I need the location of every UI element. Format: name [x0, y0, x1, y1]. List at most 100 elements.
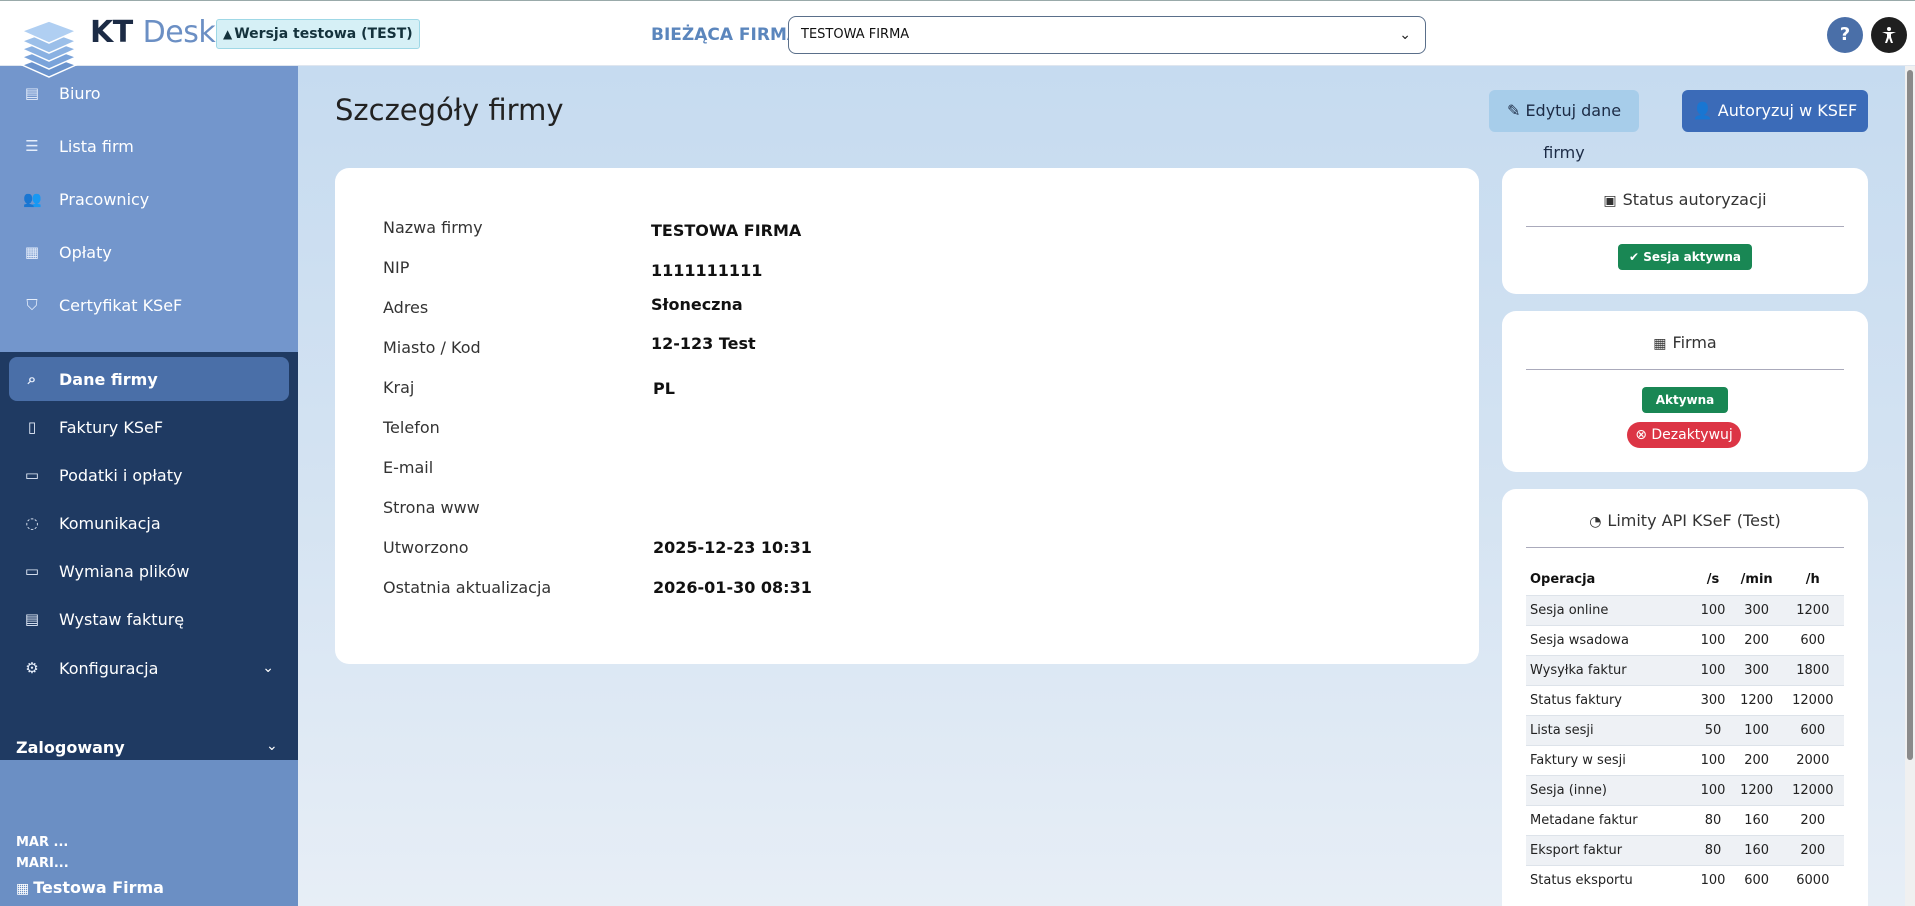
sidebar-item-podatki[interactable]: ▭ Podatki i opłaty: [0, 453, 298, 497]
limit-cell: 160: [1731, 834, 1782, 865]
shield-icon: ⛉: [26, 296, 38, 314]
accessibility-icon: [1882, 27, 1896, 43]
help-button[interactable]: ?: [1827, 17, 1863, 53]
auth-status-title-text: Status autoryzacji: [1622, 190, 1767, 209]
sidebar-item-label: Wystaw fakturę: [59, 609, 185, 629]
country-value: PL: [653, 379, 675, 398]
address-label: Adres: [383, 298, 429, 317]
page-scrollbar[interactable]: [1905, 66, 1915, 906]
building-icon: ▦: [16, 881, 30, 897]
auth-status-card: ▣ Status autoryzacji ✔ Sesja aktywna: [1502, 168, 1868, 294]
user-lock-icon: 👤: [1692, 101, 1713, 120]
limit-cell: 1200: [1731, 774, 1782, 805]
limit-cell: 100: [1694, 594, 1732, 625]
main-content: Szczegóły firmy ✎ Edytuj dane firmy 👤 Au…: [298, 66, 1905, 906]
authorize-ksef-button[interactable]: 👤 Autoryzuj w KSEF: [1682, 90, 1868, 132]
address-value: Słoneczna: [651, 295, 743, 314]
firm-card-title: ▦ Firma: [1502, 333, 1868, 352]
company-select-value: TESTOWA FIRMA: [801, 27, 910, 42]
top-bar: KT Desk ▲ Wersja testowa (TEST) BIEŻĄCA F…: [0, 0, 1915, 78]
city-label: Miasto / Kod: [383, 338, 481, 357]
deactivate-label: Dezaktywuj: [1651, 427, 1733, 443]
api-limits-table: Operacja /s /min /h Sesja online 100 300 12…: [1526, 565, 1844, 895]
sidebar-item-pracownicy[interactable]: 👥 Pracownicy: [0, 177, 298, 221]
sidebar-item-label: Biuro: [59, 83, 101, 103]
limit-cell: 100: [1694, 654, 1732, 685]
operation-cell: Status eksportu: [1526, 864, 1695, 895]
sidebar-item-label: Komunikacja: [59, 513, 161, 533]
sidebar-item-label: Opłaty: [59, 242, 112, 262]
building-icon: ▦: [1653, 336, 1667, 352]
sidebar-item-label: Lista firm: [59, 136, 134, 156]
limit-cell: 1200: [1781, 594, 1844, 625]
sidebar-item-label: Wymiana plików: [59, 561, 190, 581]
limit-cell: 200: [1781, 834, 1844, 865]
sidebar-item-label: Podatki i opłaty: [59, 465, 183, 485]
company-select[interactable]: TESTOWA FIRMA ⌄: [788, 16, 1426, 54]
table-row: Lista sesji 50 100 600: [1526, 714, 1844, 745]
api-limits-body: Sesja online 100 300 1200 Sesja wsadowa 100 20…: [1526, 594, 1844, 895]
warning-icon: ▲: [223, 27, 233, 41]
auth-status-title: ▣ Status autoryzacji: [1502, 190, 1868, 209]
sidebar-item-dane-firmy[interactable]: ⌕ Dane firmy: [9, 357, 289, 401]
edit-company-button[interactable]: ✎ Edytuj dane firmy: [1489, 90, 1639, 162]
limit-cell: 80: [1694, 834, 1732, 865]
country-label: Kraj: [383, 378, 415, 397]
column-header: /s: [1706, 572, 1720, 588]
gear-icon: ⚙: [25, 659, 39, 677]
table-row: Sesja online 100 300 1200: [1526, 594, 1844, 625]
search-icon: ⌕: [27, 370, 37, 388]
sidebar-item-wymiana-plikow[interactable]: ▭ Wymiana plików: [0, 549, 298, 593]
operation-cell: Status faktury: [1526, 684, 1695, 715]
limit-cell: 100: [1694, 774, 1732, 805]
company-details-card: Nazwa firmy TESTOWA FIRMA NIP 1111111111…: [335, 168, 1479, 664]
sidebar-item-komunikacja[interactable]: ◌ Komunikacja: [0, 501, 298, 545]
scrollbar-thumb[interactable]: [1907, 70, 1913, 760]
phone-label: Telefon: [383, 418, 440, 437]
logged-in-label[interactable]: Zalogowany: [16, 738, 125, 757]
limit-cell: 2000: [1781, 744, 1844, 775]
sidebar-item-label: Certyfikat KSeF: [59, 295, 183, 315]
limit-cell: 1800: [1781, 654, 1844, 685]
authorize-ksef-label: Autoryzuj w KSEF: [1717, 101, 1858, 120]
edit-icon: ✎: [1506, 101, 1521, 120]
api-limits-card: ◔ Limity API KSeF (Test) Operacja /s /min…: [1502, 489, 1868, 906]
edit-company-label: Edytuj dane firmy: [1525, 101, 1622, 162]
sidebar-item-label: Konfiguracja: [59, 658, 159, 678]
accessibility-button[interactable]: [1871, 17, 1907, 53]
building-icon: ▤: [24, 84, 40, 102]
company-name-label: Nazwa firmy: [383, 218, 483, 237]
sidebar-item-faktury-ksef[interactable]: ▯ Faktury KSeF: [0, 405, 298, 449]
limit-cell: 200: [1781, 804, 1844, 835]
limit-cell: 600: [1781, 714, 1844, 745]
sidebar-item-konfiguracja[interactable]: ⚙ Konfiguracja ⌄: [0, 646, 298, 690]
folder-icon: ▭: [24, 562, 40, 580]
brand-title[interactable]: KT Desk: [90, 15, 216, 50]
limit-cell: 200: [1731, 744, 1782, 775]
table-row: Wysyłka faktur 100 300 1800: [1526, 654, 1844, 685]
user-name-line2: MARI...: [16, 856, 69, 871]
sidebar-item-oplaty[interactable]: ▦ Opłaty: [0, 230, 298, 274]
id-badge-icon: ▣: [1603, 193, 1617, 209]
api-limits-title-text: Limity API KSeF (Test): [1607, 511, 1781, 530]
session-active-label: Sesja aktywna: [1643, 250, 1741, 264]
sidebar-item-lista-firm[interactable]: ☰ Lista firm: [0, 124, 298, 168]
list-icon: ☰: [25, 137, 39, 155]
table-row: Eksport faktur 80 160 200: [1526, 834, 1844, 865]
firm-active-badge: Aktywna: [1642, 387, 1728, 413]
current-company-label: BIEŻĄCA FIRMA:: [651, 25, 808, 45]
sidebar-item-wystaw-fakture[interactable]: ▤ Wystaw fakturę: [0, 597, 298, 641]
created-value: 2025-12-23 10:31: [653, 538, 812, 557]
operation-cell: Sesja wsadowa: [1526, 624, 1695, 655]
created-label: Utworzono: [383, 538, 469, 557]
test-badge-label: Wersja testowa (TEST): [234, 26, 413, 42]
operation-cell: Sesja online: [1526, 594, 1695, 625]
brand-desk: Desk: [142, 15, 216, 50]
deactivate-button[interactable]: ⊗ Dezaktywuj: [1627, 422, 1741, 448]
test-version-badge: ▲ Wersja testowa (TEST): [216, 19, 420, 49]
limit-cell: 100: [1731, 714, 1782, 745]
limit-cell: 100: [1694, 744, 1732, 775]
chevron-down-icon[interactable]: ⌄: [266, 738, 278, 754]
sidebar-item-certyfikat-ksef[interactable]: ⛉ Certyfikat KSeF: [0, 283, 298, 327]
cash-icon: ▭: [24, 466, 40, 484]
